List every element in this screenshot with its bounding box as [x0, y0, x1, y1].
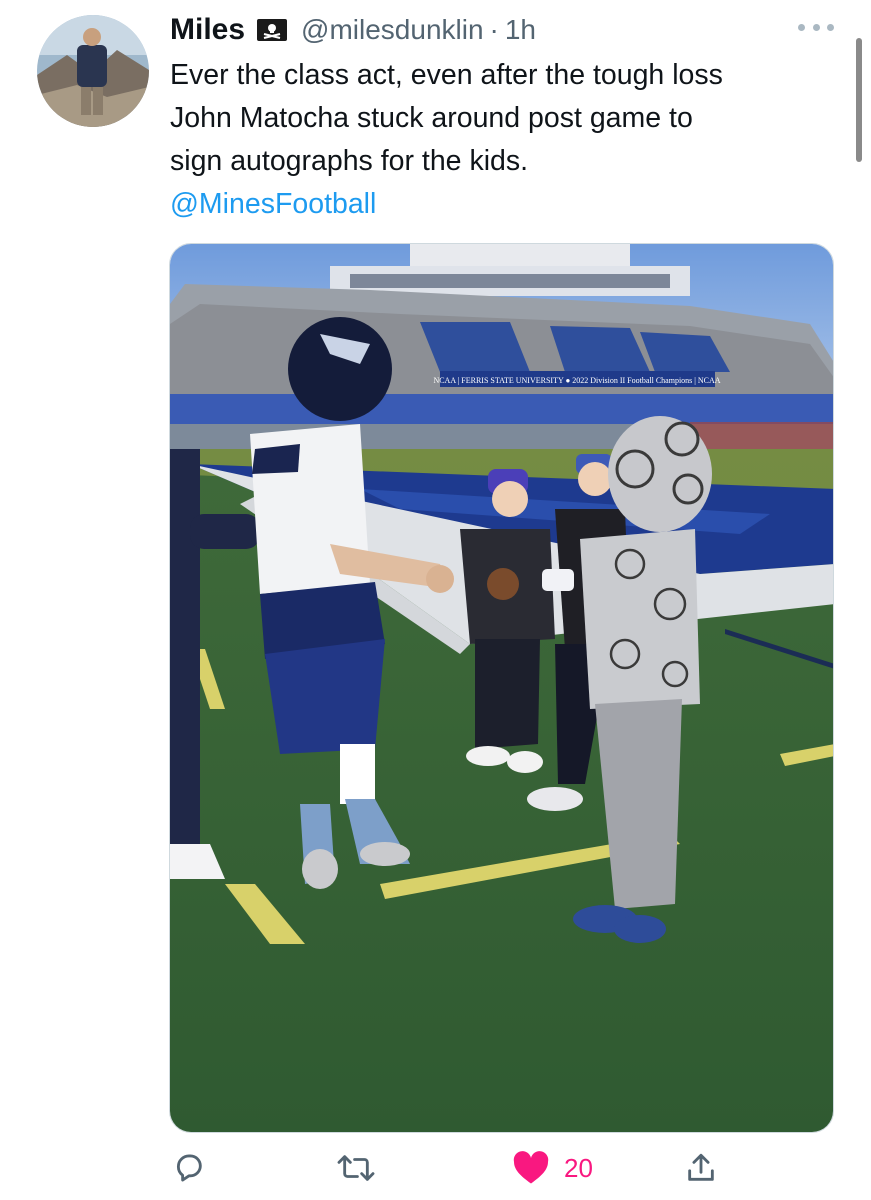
tweet-text-line: Ever the class act, even after the tough… [170, 59, 723, 91]
reply-button[interactable] [172, 1150, 206, 1186]
pirate-flag-icon [257, 19, 288, 41]
more-options-icon[interactable] [798, 14, 834, 40]
author-handle[interactable]: @milesdunklin [301, 14, 484, 46]
share-button[interactable] [684, 1150, 718, 1186]
retweet-icon [337, 1155, 375, 1181]
tweet-text-line: John Matocha stuck around post game to [170, 102, 693, 134]
retweet-button[interactable] [336, 1150, 376, 1186]
tweet-photo[interactable]: NCAA | FERRIS STATE UNIVERSITY ● 2022 Di… [169, 243, 834, 1133]
tweet-text: Ever the class act, even after the tough… [170, 54, 830, 226]
scrollbar[interactable] [856, 38, 862, 162]
like-button[interactable]: 20 [512, 1150, 593, 1186]
share-icon [688, 1153, 714, 1181]
tweet-actions: 20 [0, 1140, 871, 1196]
tweet-text-line: sign autographs for the kids. [170, 145, 529, 177]
mention-link[interactable]: @MinesFootball [170, 183, 830, 226]
avatar-photo [37, 15, 149, 127]
stadium-banner-text: NCAA | FERRIS STATE UNIVERSITY ● 2022 Di… [433, 376, 720, 385]
football-field-photo: NCAA | FERRIS STATE UNIVERSITY ● 2022 Di… [170, 244, 833, 1132]
separator-dot: · [489, 14, 499, 45]
heart-icon [513, 1151, 549, 1184]
like-count: 20 [564, 1152, 593, 1183]
author-display-name[interactable]: Miles [170, 13, 245, 47]
author-avatar[interactable] [37, 15, 149, 127]
reply-icon [176, 1154, 202, 1182]
tweet-header: Miles @milesdunklin · 1h [170, 12, 536, 48]
tweet-timestamp[interactable]: 1h [505, 14, 536, 46]
